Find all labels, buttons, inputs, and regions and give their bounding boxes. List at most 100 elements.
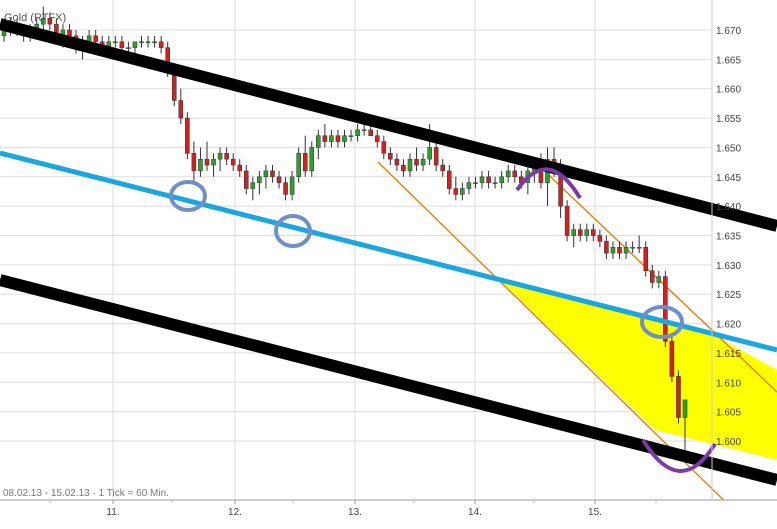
- candle-body: [656, 276, 662, 283]
- candle-body: [93, 35, 98, 42]
- candle-body: [368, 129, 373, 136]
- candle-body: [348, 135, 354, 137]
- candle-body: [623, 246, 629, 254]
- candle-body: [446, 170, 452, 189]
- y-tick-label: 1.670: [716, 26, 741, 37]
- candle-body: [113, 41, 118, 43]
- candle-body: [191, 153, 197, 172]
- x-tick-label: 11.: [106, 507, 119, 518]
- chart-title: Gold (RTFX): [4, 12, 66, 24]
- candle-body: [316, 135, 321, 148]
- candle-body: [591, 229, 596, 236]
- candle-body: [499, 176, 504, 183]
- candle-body: [185, 117, 190, 154]
- candle-body: [243, 170, 249, 189]
- candle-body: [329, 135, 334, 142]
- candle-body: [420, 158, 426, 166]
- candle-body: [342, 135, 347, 142]
- candle-body: [217, 153, 223, 160]
- candle-body: [224, 153, 229, 160]
- candle-body: [682, 399, 688, 418]
- candle-body: [505, 170, 511, 178]
- candle-body: [394, 158, 400, 166]
- candle-body: [270, 170, 275, 178]
- midline: [0, 150, 777, 353]
- candle-body: [276, 176, 282, 183]
- candles: [1, 6, 688, 459]
- candle-body: [296, 153, 301, 178]
- candle-body: [433, 147, 439, 166]
- candle-body: [649, 270, 655, 283]
- gold-chart: 1.670 1.665 1.660 1.655 1.650 1.645 1.640 1.635…: [0, 0, 777, 518]
- candle-body: [643, 246, 648, 271]
- x-tick-label: 12.: [228, 507, 242, 518]
- candle-body: [512, 170, 518, 178]
- candle-body: [178, 100, 184, 119]
- candle-body: [604, 241, 609, 254]
- candle-body: [132, 41, 138, 48]
- y-tick-label: 1.615: [716, 349, 741, 360]
- y-tick-label: 1.660: [716, 85, 741, 96]
- yellow-zone: [500, 280, 777, 460]
- candle-body: [584, 229, 590, 236]
- candle-body: [407, 158, 413, 172]
- candle-body: [577, 229, 583, 236]
- candle-body: [322, 135, 328, 142]
- x-tick-label: 15.: [588, 507, 602, 518]
- y-tick-label: 1.620: [716, 320, 741, 331]
- x-tick-label: 13.: [348, 507, 362, 518]
- candle-body: [237, 164, 243, 172]
- candle-body: [427, 147, 432, 160]
- candle-body: [617, 246, 622, 254]
- candle-body: [139, 41, 144, 43]
- candle-body: [289, 176, 295, 195]
- candle-body: [211, 158, 216, 166]
- candle-body: [486, 176, 491, 183]
- candle-body: [355, 129, 360, 136]
- candle-body: [453, 188, 459, 195]
- candle-body: [152, 41, 157, 43]
- candle-body: [630, 246, 635, 249]
- candle-body: [119, 41, 125, 48]
- candle-body: [263, 170, 269, 178]
- chart-container: 1.670 1.665 1.660 1.655 1.650 1.645 1.640 1.635…: [0, 0, 777, 524]
- candle-body: [460, 188, 465, 195]
- candle-body: [401, 164, 406, 172]
- y-tick-label: 1.650: [716, 143, 741, 154]
- y-tick-label: 1.605: [716, 408, 741, 419]
- y-tick-label: 1.640: [716, 202, 741, 213]
- candle-body: [466, 182, 472, 189]
- candle-body: [479, 176, 485, 183]
- candle-body: [636, 246, 642, 249]
- candle-body: [374, 135, 380, 142]
- candle-body: [361, 129, 367, 132]
- chart-footer: 08.02.13 - 15.02.13 · 1 Tick = 60 Min.: [3, 488, 169, 499]
- candle-body: [126, 47, 131, 49]
- y-tick-label: 1.600: [716, 437, 741, 448]
- candle-body: [335, 135, 341, 142]
- candle-body: [440, 164, 446, 172]
- y-tick-label: 1.630: [716, 261, 741, 272]
- y-tick-label: 1.625: [716, 290, 741, 301]
- x-tick-label: 14.: [468, 507, 482, 518]
- candle-body: [492, 182, 498, 184]
- candle-body: [597, 235, 603, 242]
- candle-body: [257, 176, 262, 183]
- candle-body: [198, 158, 203, 172]
- candle-body: [145, 41, 151, 43]
- axes: 1.670 1.665 1.660 1.655 1.650 1.645 1.640 1.635…: [0, 0, 777, 518]
- candle-body: [158, 41, 164, 48]
- channel-top: [0, 18, 777, 232]
- candle-body: [230, 158, 236, 166]
- candle-body: [283, 182, 288, 195]
- y-tick-label: 1.610: [716, 378, 741, 389]
- y-tick-label: 1.645: [716, 173, 741, 184]
- candle-body: [309, 147, 315, 172]
- y-tick-label: 1.635: [716, 232, 741, 243]
- candle-body: [414, 158, 419, 166]
- candle-body: [571, 229, 576, 236]
- y-tick-label: 1.655: [716, 114, 741, 125]
- candle-body: [250, 182, 256, 189]
- candle-body: [676, 376, 681, 418]
- candle-body: [302, 153, 308, 172]
